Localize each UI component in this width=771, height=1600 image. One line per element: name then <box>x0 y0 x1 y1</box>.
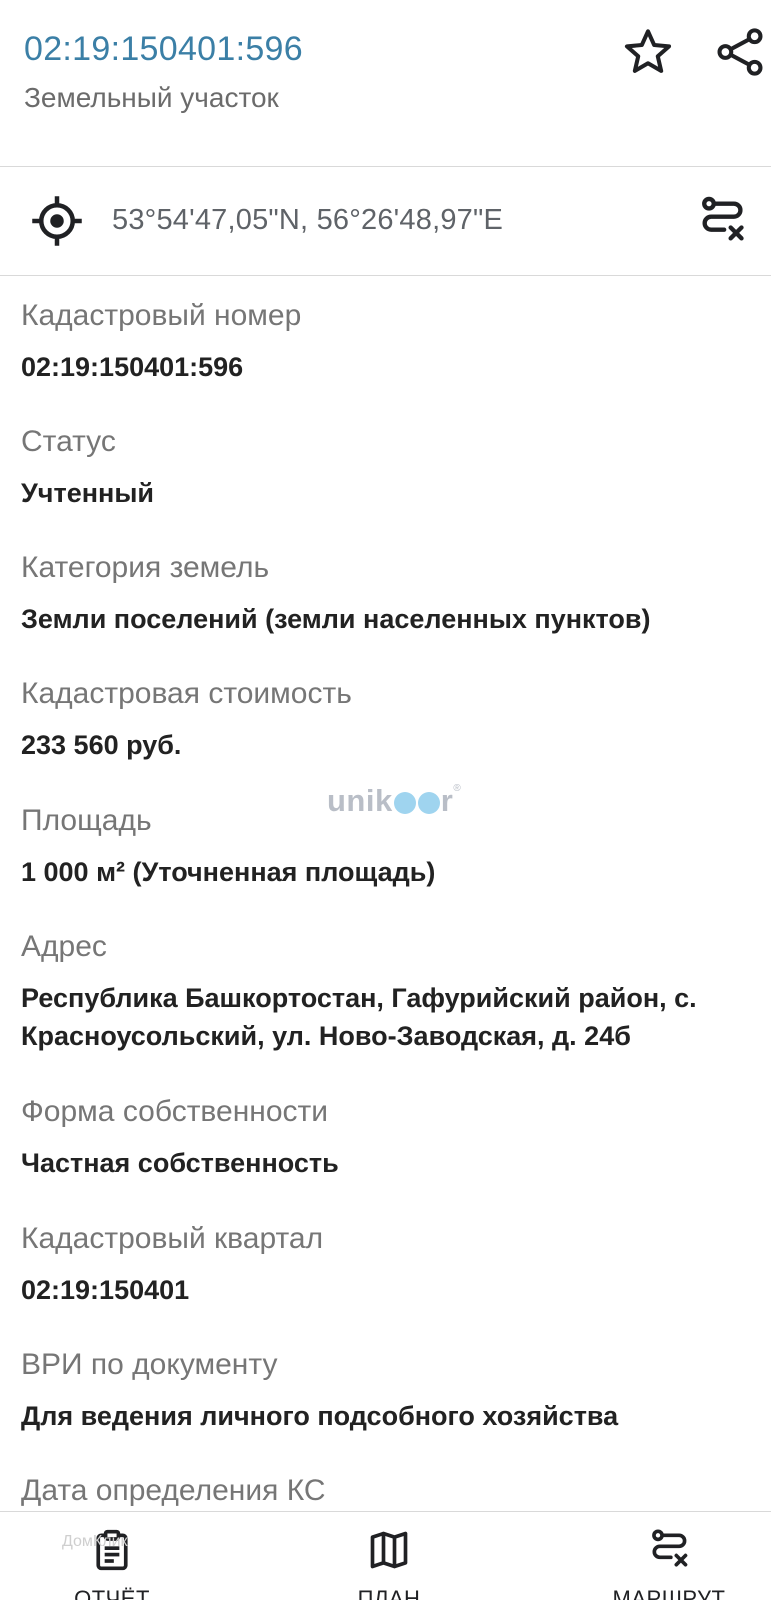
watermark-text-end: r <box>440 783 454 818</box>
nav-route-label: МАРШРУТ <box>612 1586 726 1600</box>
nav-report-button[interactable]: ОТЧЁТ <box>32 1512 192 1600</box>
unikoor-watermark: unik r® <box>327 783 461 819</box>
coordinates-text[interactable]: 53°54'47,05"N, 56°26'48,97"E <box>112 204 503 237</box>
field-value[interactable]: Республика Башкортостан, Гафурийский рай… <box>21 979 751 1055</box>
field-label: Статус <box>21 425 116 458</box>
field-address: Адрес Республика Башкортостан, Гафурийск… <box>21 929 751 1055</box>
field-land-category: Категория земель Земли поселений (земли … <box>21 550 751 638</box>
field-value: Земли поселений (земли населенных пункто… <box>21 604 651 634</box>
field-label: Дата определения КС <box>21 1474 326 1507</box>
share-button[interactable] <box>710 22 770 82</box>
field-status: Статус Учтенный <box>21 424 751 512</box>
field-valuation-date: Дата определения КС <box>21 1473 751 1511</box>
nav-plan-button[interactable]: ПЛАН <box>309 1512 469 1600</box>
field-cadastral-quarter: Кадастровый квартал 02:19:150401 <box>21 1221 751 1309</box>
property-details: Кадастровый номер 02:19:150401:596 Стату… <box>0 276 771 1511</box>
field-value[interactable]: 02:19:150401 <box>21 1271 751 1309</box>
field-label: Адрес <box>21 930 107 963</box>
map-icon <box>370 1531 408 1569</box>
field-label: Категория земель <box>21 551 270 584</box>
field-ownership-form: Форма собственности Частная собственност… <box>21 1094 751 1182</box>
coordinates-row: 53°54'47,05"N, 56°26'48,97"E <box>0 167 771 275</box>
favorite-button[interactable] <box>618 22 678 82</box>
watermark-text-start: unik <box>327 783 393 818</box>
field-value: Для ведения личного подсобного хозяйства <box>21 1401 619 1431</box>
nav-report-label: ОТЧЁТ <box>74 1586 150 1600</box>
page: 02:19:150401:596 Земельный участок 53°54… <box>0 0 771 1600</box>
header: 02:19:150401:596 Земельный участок <box>0 0 771 166</box>
field-permitted-use: ВРИ по документу Для ведения личного под… <box>21 1347 751 1435</box>
field-value: 233 560 руб. <box>21 730 182 760</box>
watermark-registered-mark: ® <box>453 783 462 794</box>
bottom-navigation: ОТЧЁТ ПЛАН МАРШРУТ <box>0 1511 771 1600</box>
route-button[interactable] <box>690 189 754 253</box>
watermark-dot <box>393 792 416 814</box>
nav-route-button[interactable]: МАРШРУТ <box>589 1512 749 1600</box>
route-clear-icon <box>702 196 744 241</box>
field-label: Кадастровый квартал <box>21 1222 324 1255</box>
domclick-watermark: ДомКлик <box>62 1533 128 1550</box>
page-subtitle: Земельный участок <box>24 82 279 113</box>
field-label: Кадастровый номер <box>21 299 302 332</box>
nav-plan-label: ПЛАН <box>357 1586 421 1600</box>
field-cadastral-number: Кадастровый номер 02:19:150401:596 <box>21 298 751 386</box>
field-value[interactable]: 02:19:150401:596 <box>21 348 751 386</box>
share-icon <box>717 28 763 76</box>
field-label: Форма собственности <box>21 1095 329 1128</box>
route-clear-icon <box>652 1529 688 1567</box>
field-value: Частная собственность <box>21 1148 339 1178</box>
watermark-dot <box>417 792 440 814</box>
field-label: ВРИ по документу <box>21 1348 278 1381</box>
field-value: 1 000 м² (Уточненная площадь) <box>21 857 436 887</box>
star-outline-icon <box>624 29 672 73</box>
field-value: Учтенный <box>21 478 154 508</box>
page-title: 02:19:150401:596 <box>24 30 303 68</box>
field-label: Кадастровая стоимость <box>21 677 352 710</box>
field-cadastral-value: Кадастровая стоимость 233 560 руб. <box>21 676 751 764</box>
gps-target-icon[interactable] <box>30 194 84 248</box>
